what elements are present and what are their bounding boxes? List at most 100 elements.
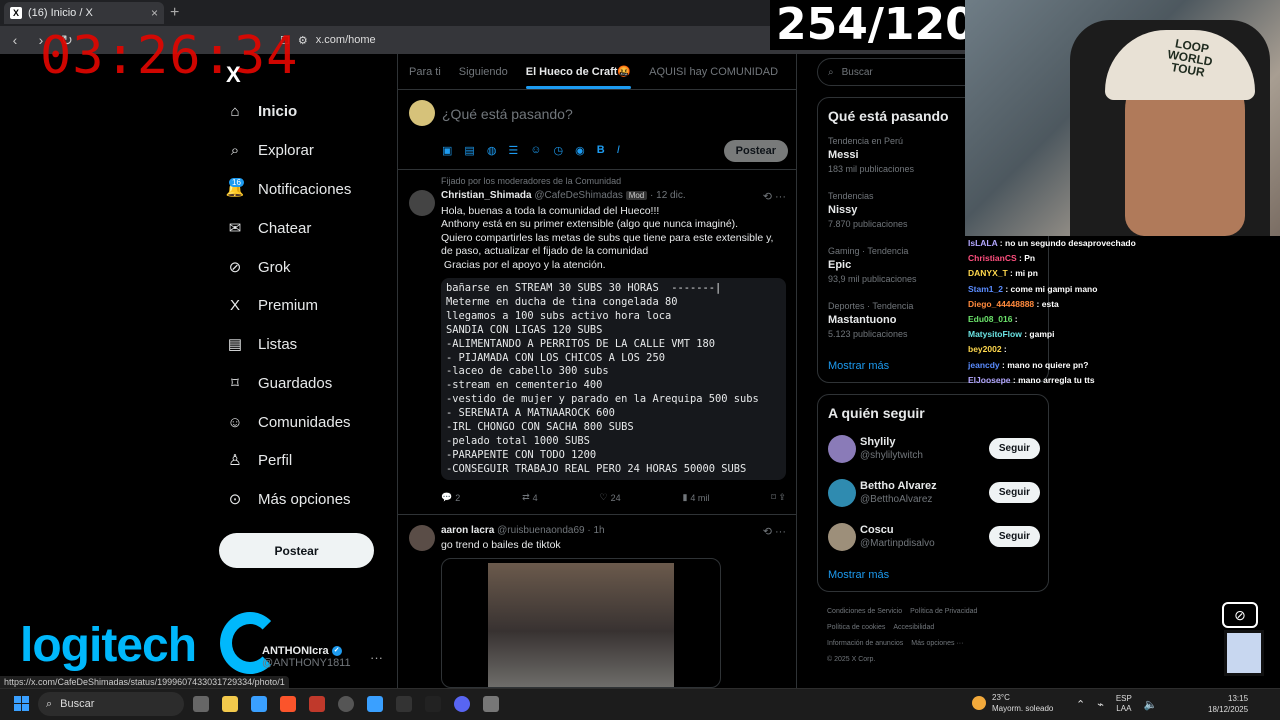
views-button[interactable]: ▮ 4 mil: [682, 492, 709, 503]
notepad-icon[interactable]: [367, 696, 383, 712]
more-icon[interactable]: ⟲ ···: [763, 525, 786, 538]
tweet-author[interactable]: aaron lacra: [441, 525, 494, 536]
follow-button[interactable]: Seguir: [988, 438, 1040, 459]
tab-aquisi-comunidad[interactable]: AQUISI hay COMUNIDAD: [649, 66, 778, 78]
store-icon[interactable]: [251, 696, 267, 712]
tweet-handle[interactable]: @ruisbuenaonda69: [497, 525, 584, 536]
tweet-author[interactable]: Christian_Shimada: [441, 190, 532, 201]
windows-start-icon[interactable]: [14, 696, 29, 711]
bold-icon[interactable]: B: [597, 144, 605, 157]
nav-item-explorar[interactable]: ⌕ Explorar: [226, 141, 314, 159]
close-tab-icon[interactable]: ×: [151, 6, 158, 20]
grok-icon[interactable]: ◍: [487, 144, 497, 157]
trend-item[interactable]: Tendencia en Perú Messi 183 mil publicacio…: [828, 136, 914, 174]
input-language[interactable]: ESP LAA: [1116, 694, 1132, 714]
trends-show-more[interactable]: Mostrar más: [828, 360, 889, 372]
chevron-up-icon[interactable]: ⌃: [1076, 698, 1085, 711]
avatar[interactable]: [828, 479, 856, 507]
nav-item-chatear[interactable]: ✉ Chatear: [226, 219, 312, 238]
nav-item-inicio[interactable]: ⌂ Inicio: [226, 102, 297, 120]
more-icon[interactable]: ⟲ ···: [763, 190, 786, 203]
weather-widget[interactable]: 23°C Mayorm. soleado: [972, 692, 1053, 714]
nav-item-premium[interactable]: X Premium: [226, 296, 318, 314]
x-logo-icon[interactable]: X: [226, 62, 241, 88]
url-text[interactable]: x.com/home: [316, 34, 376, 46]
follow-name[interactable]: Coscu: [860, 524, 894, 536]
gif-icon[interactable]: ▤: [464, 144, 474, 157]
site-info-icon[interactable]: ⚙: [298, 34, 308, 47]
taskbar-search[interactable]: ⌕ Buscar: [38, 692, 184, 716]
avatar[interactable]: [828, 435, 856, 463]
tweet-date[interactable]: · 1h: [587, 525, 604, 536]
follow-name[interactable]: Bettho Alvarez: [860, 480, 937, 492]
tweet-video[interactable]: [441, 558, 721, 688]
app-icon[interactable]: [309, 696, 325, 712]
post-button[interactable]: Postear: [219, 533, 374, 568]
tweet-handle[interactable]: @CafeDeShimadas: [534, 190, 623, 201]
trend-item[interactable]: Tendencias Nissy 7.870 publicaciones: [828, 191, 908, 229]
speaker-icon[interactable]: 🔈: [1144, 698, 1158, 711]
nav-item-perfil[interactable]: ♙ Perfil: [226, 451, 292, 470]
clock[interactable]: 13:15 18/12/2025: [1208, 693, 1248, 715]
tweet-date[interactable]: · 12 dic.: [650, 190, 686, 201]
footer-link[interactable]: Condiciones de Servicio: [827, 608, 902, 615]
tab-siguiendo[interactable]: Siguiendo: [459, 66, 508, 78]
repost-button[interactable]: ⇄ 4: [522, 492, 538, 503]
follow-suggestion[interactable]: Coscu @Martinpdisalvo Seguir: [828, 523, 1040, 553]
brave-browser-icon[interactable]: [280, 696, 296, 712]
nav-item-listas[interactable]: ▤ Listas: [226, 335, 297, 354]
new-tab-button[interactable]: +: [170, 4, 179, 22]
calculator-icon[interactable]: [483, 696, 499, 712]
account-switcher[interactable]: ANTHONIcra ✓ @ANTHONY1811: [262, 645, 351, 669]
footer-link[interactable]: Accesibilidad: [893, 624, 934, 631]
app-icon[interactable]: [396, 696, 412, 712]
trend-item[interactable]: Deportes · Tendencia Mastantuono 5.123 pub…: [828, 301, 913, 339]
network-icon[interactable]: ⌁: [1097, 698, 1104, 711]
obs-icon[interactable]: [338, 696, 354, 712]
follow-suggestion[interactable]: Shylily @shylilytwitch Seguir: [828, 435, 1040, 465]
nav-item-guardados[interactable]: ⌑ Guardados: [226, 374, 332, 393]
follow-button[interactable]: Seguir: [988, 482, 1040, 503]
avatar[interactable]: [409, 190, 435, 216]
composer-input[interactable]: ¿Qué está pasando?: [442, 106, 573, 122]
task-view-icon[interactable]: [193, 696, 209, 712]
like-button[interactable]: ♡ 24: [600, 492, 621, 503]
capcut-icon[interactable]: [425, 696, 441, 712]
emoji-icon[interactable]: ☺: [530, 144, 541, 157]
schedule-icon[interactable]: ◷: [554, 144, 564, 157]
footer-link[interactable]: Política de cookies: [827, 624, 885, 631]
composer-post-button[interactable]: Postear: [723, 140, 788, 162]
trend-item[interactable]: Gaming · Tendencia Epic 93,9 mil publicaci…: [828, 246, 917, 284]
avatar[interactable]: [409, 525, 435, 551]
more-icon[interactable]: ···: [370, 650, 383, 665]
tab-para-ti[interactable]: Para ti: [409, 66, 441, 78]
file-explorer-icon[interactable]: [222, 696, 238, 712]
avatar[interactable]: [828, 523, 856, 551]
nav-item-comunidades[interactable]: ☺ Comunidades: [226, 413, 350, 431]
follow-show-more[interactable]: Mostrar más: [828, 569, 889, 581]
location-icon[interactable]: ◉: [575, 144, 585, 157]
chat-username: bey2002: [968, 344, 1002, 355]
follow-button[interactable]: Seguir: [988, 526, 1040, 547]
footer-link[interactable]: Política de Privacidad: [910, 608, 977, 615]
browser-tab[interactable]: X (16) Inicio / X ×: [4, 2, 164, 24]
nav-item-grok[interactable]: ⊘ Grok: [226, 258, 291, 277]
tab-hueco-de-craft[interactable]: El Hueco de Craft🤬: [525, 65, 632, 89]
nav-item-más-opciones[interactable]: ⊙ Más opciones: [226, 490, 351, 509]
tweet-image-text[interactable]: bañarse en STREAM 30 SUBS 30 HORAS -----…: [441, 278, 786, 480]
poll-icon[interactable]: ☰: [508, 144, 518, 157]
bookmark-icon[interactable]: ⌑ ⇪: [771, 492, 786, 503]
follow-suggestion[interactable]: Bettho Alvarez @BetthoAlvarez Seguir: [828, 479, 1040, 509]
tweet[interactable]: Fijado por los moderadores de la Comunid…: [398, 170, 796, 515]
footer-link[interactable]: Más opciones ···: [911, 640, 963, 647]
nav-item-notificaciones[interactable]: 🔔 Notificaciones: [226, 180, 352, 199]
italic-icon[interactable]: I: [617, 144, 620, 157]
back-icon[interactable]: ‹: [8, 32, 22, 48]
image-icon[interactable]: ▣: [442, 144, 452, 157]
tweet[interactable]: aaron lacra @ruisbuenaonda69 · 1h ⟲ ··· …: [398, 515, 796, 688]
footer-link[interactable]: © 2025 X Corp.: [827, 656, 875, 663]
follow-name[interactable]: Shylily: [860, 436, 895, 448]
discord-icon[interactable]: [454, 696, 470, 712]
footer-link[interactable]: Información de anuncios: [827, 640, 903, 647]
reply-button[interactable]: 💬 2: [441, 492, 460, 503]
